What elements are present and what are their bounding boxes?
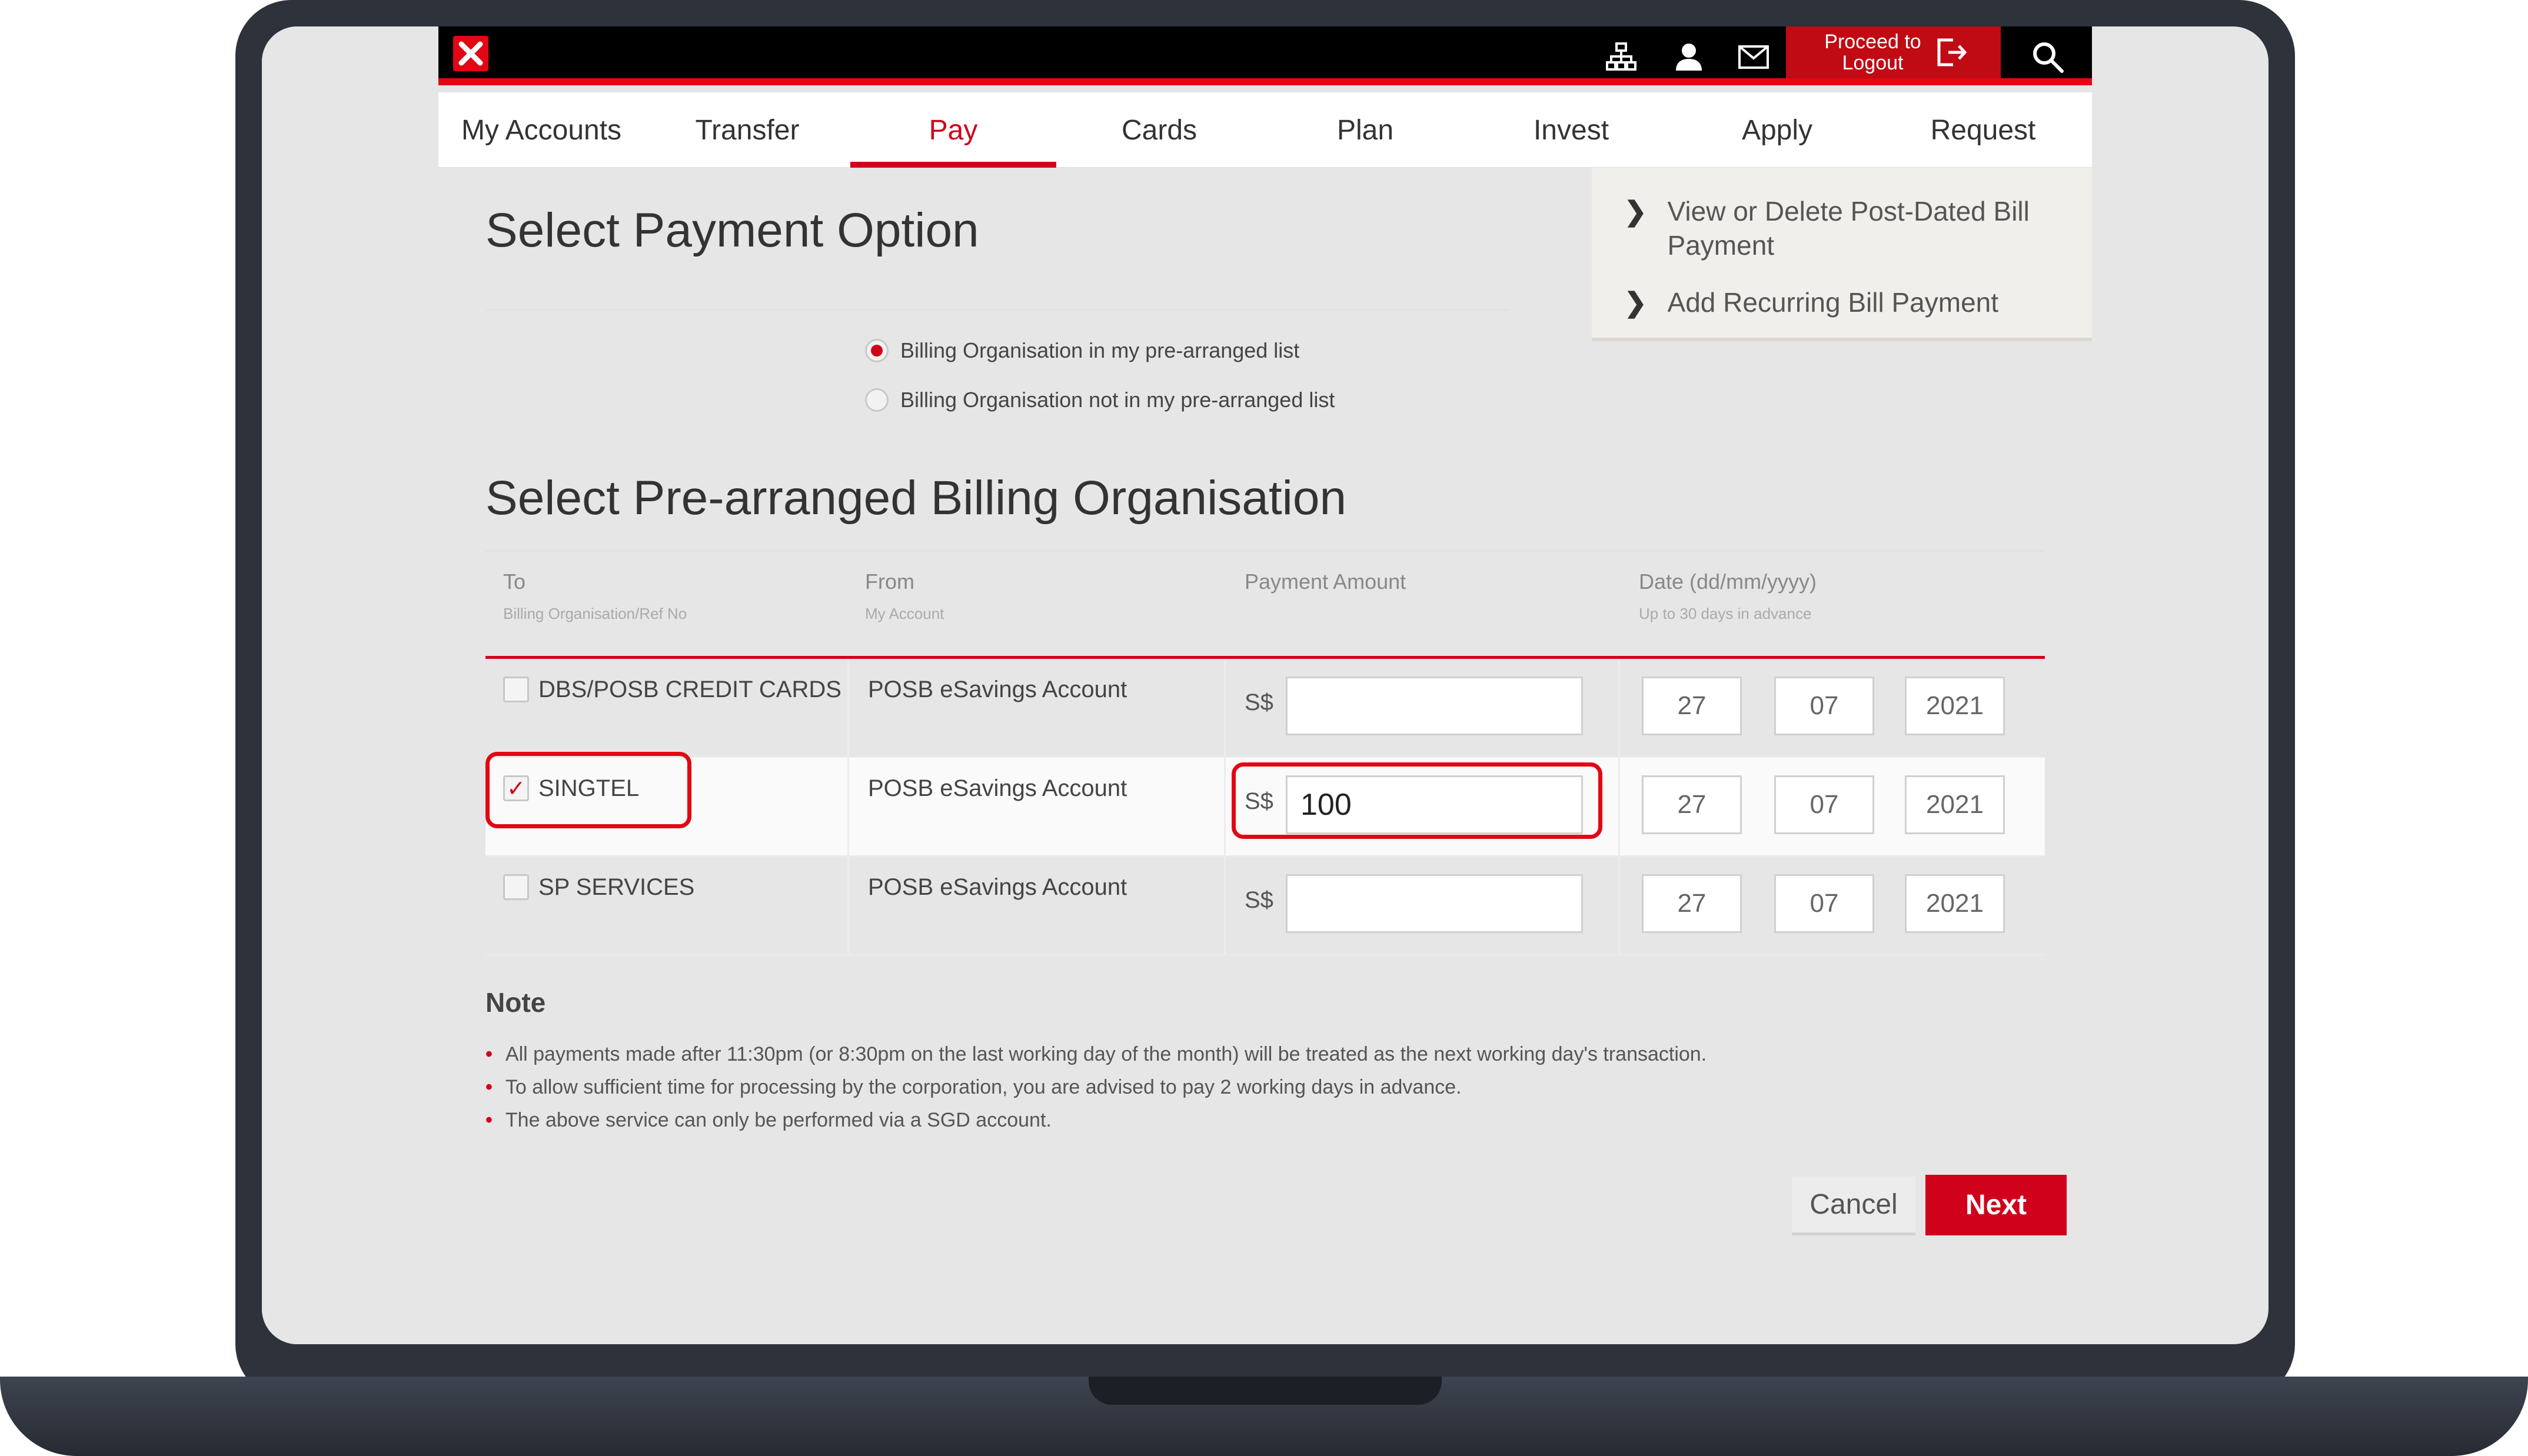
billing-org-title: Select Pre-arranged Billing Organisation <box>485 471 1347 525</box>
date-month-input[interactable]: 07 <box>1774 677 1874 735</box>
page-content: Select Payment Option Billing Organisati… <box>438 168 2092 1344</box>
nav-apply[interactable]: Apply <box>1674 92 1880 168</box>
from-account: POSB eSavings Account <box>868 677 1127 702</box>
logout-label-line1: Proceed to <box>1824 31 1921 53</box>
logout-label-line2: Logout <box>1842 52 1904 74</box>
main-nav: My Accounts Transfer Pay Cards Plan Inve… <box>438 92 2092 168</box>
date-year-input[interactable]: 2021 <box>1905 677 2005 735</box>
header-from: From My Account <box>865 569 944 623</box>
table-header: To Billing Organisation/Ref No From My Acc… <box>485 550 2045 659</box>
top-bar: Proceed to Logout <box>438 26 2092 85</box>
radio-not-prearranged[interactable]: Billing Organisation not in my pre-arran… <box>865 388 1335 412</box>
note-text: All payments made after 11:30pm (or 8:30… <box>505 1043 1707 1065</box>
note-text: The above service can only be performed … <box>505 1109 1052 1131</box>
table-row: DBS/POSB CREDIT CARDS POSB eSavings Acco… <box>485 659 2045 758</box>
date-year-input[interactable]: 2021 <box>1905 775 2005 834</box>
link-view-delete-post-dated[interactable]: ❯ View or Delete Post-Dated Bill Payment <box>1624 194 2071 262</box>
laptop-notch <box>1089 1377 1442 1405</box>
header-from-sub: My Account <box>865 605 944 622</box>
header-date-sub: Up to 30 days in advance <box>1639 605 1812 622</box>
radio-label: Billing Organisation in my pre-arranged … <box>900 338 1300 362</box>
highlight-amount <box>1232 762 1602 839</box>
nav-plan[interactable]: Plan <box>1262 92 1468 168</box>
next-button[interactable]: Next <box>1925 1175 2067 1235</box>
header-date-label: Date (dd/mm/yyyy) <box>1639 569 1817 594</box>
date-month-input[interactable]: 07 <box>1774 775 1874 834</box>
highlight-checkbox <box>485 752 691 828</box>
payment-option-title: Select Payment Option <box>485 204 979 257</box>
divider <box>485 309 1509 311</box>
date-day-input[interactable]: 27 <box>1642 677 1742 735</box>
row-checkbox[interactable] <box>503 874 529 900</box>
billing-org: DBS/POSB CREDIT CARDS <box>538 677 841 702</box>
header-to-label: To <box>503 569 526 594</box>
nav-cards[interactable]: Cards <box>1056 92 1262 168</box>
logout-button[interactable]: Proceed to Logout <box>1786 26 2001 78</box>
note-item: • To allow sufficient time for processing… <box>485 1076 1462 1099</box>
radio-label: Billing Organisation not in my pre-arran… <box>900 388 1335 412</box>
sitemap-icon[interactable] <box>1601 39 1642 75</box>
table-row: ✓ SINGTEL POSB eSavings Account S$ 100 2… <box>485 752 2045 857</box>
date-year-input[interactable]: 2021 <box>1905 874 2005 933</box>
nav-invest[interactable]: Invest <box>1468 92 1674 168</box>
date-day-input[interactable]: 27 <box>1642 775 1742 834</box>
currency-label: S$ <box>1245 689 1273 715</box>
billing-org: SP SERVICES <box>538 874 695 900</box>
radio-button-selected[interactable] <box>865 339 889 362</box>
header-amount-label: Payment Amount <box>1245 569 1406 594</box>
search-icon[interactable] <box>2027 39 2068 75</box>
from-account: POSB eSavings Account <box>868 775 1127 801</box>
currency-label: S$ <box>1245 887 1273 913</box>
radio-button[interactable] <box>865 388 889 412</box>
profile-icon[interactable] <box>1668 39 1709 75</box>
bullet: • <box>485 1043 493 1065</box>
bullet: • <box>485 1109 493 1131</box>
header-amount: Payment Amount <box>1245 569 1406 594</box>
link-add-recurring[interactable]: ❯ Add Recurring Bill Payment <box>1624 285 2071 319</box>
table-row: SP SERVICES POSB eSavings Account S$ 27 … <box>485 857 2045 955</box>
link-label: View or Delete Post-Dated Bill Payment <box>1667 196 2030 261</box>
date-day-input[interactable]: 27 <box>1642 874 1742 933</box>
amount-input[interactable] <box>1286 874 1583 933</box>
bank-logo[interactable] <box>453 36 488 71</box>
header-to-sub: Billing Organisation/Ref No <box>503 605 687 622</box>
header-date: Date (dd/mm/yyyy) Up to 30 days in advanc… <box>1639 569 1817 623</box>
nav-pay[interactable]: Pay <box>850 92 1056 168</box>
logout-label: Proceed to Logout <box>1820 31 1926 74</box>
amount-input[interactable] <box>1286 677 1583 735</box>
nav-request[interactable]: Request <box>1880 92 2086 168</box>
cancel-button[interactable]: Cancel <box>1792 1177 1915 1235</box>
screen: Proceed to Logout My Accounts Transfer P… <box>262 26 2268 1344</box>
from-account: POSB eSavings Account <box>868 874 1127 900</box>
mail-icon[interactable] <box>1733 39 1774 75</box>
radio-prearranged[interactable]: Billing Organisation in my pre-arranged … <box>865 338 1299 363</box>
header-from-label: From <box>865 569 914 594</box>
side-links-panel: ❯ View or Delete Post-Dated Bill Payment… <box>1592 168 2092 341</box>
bullet: • <box>485 1076 493 1098</box>
logout-icon <box>1937 38 1967 66</box>
note-item: • The above service can only be performed… <box>485 1109 1052 1132</box>
note-item: • All payments made after 11:30pm (or 8:3… <box>485 1043 1707 1066</box>
date-month-input[interactable]: 07 <box>1774 874 1874 933</box>
nav-my-accounts[interactable]: My Accounts <box>438 92 644 168</box>
nav-transfer[interactable]: Transfer <box>644 92 850 168</box>
link-label: Add Recurring Bill Payment <box>1667 287 1999 318</box>
note-title: Note <box>485 987 546 1018</box>
row-checkbox[interactable] <box>503 677 529 702</box>
note-text: To allow sufficient time for processing … <box>505 1076 1462 1098</box>
chevron-right-icon: ❯ <box>1624 287 1647 318</box>
header-to: To Billing Organisation/Ref No <box>503 569 687 623</box>
left-gutter <box>262 26 438 1344</box>
chevron-right-icon: ❯ <box>1624 196 1647 226</box>
